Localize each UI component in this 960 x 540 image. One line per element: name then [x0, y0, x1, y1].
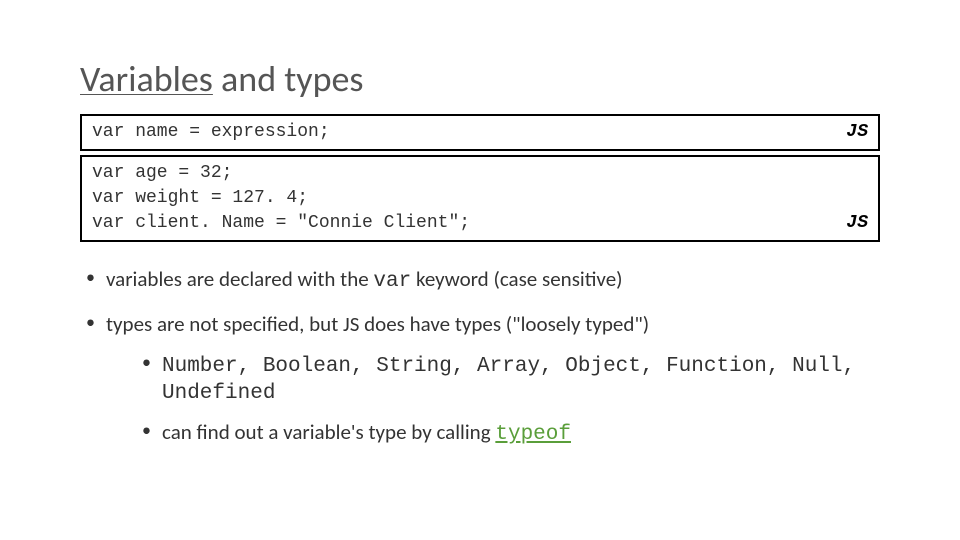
bullet-2: types are not specified, but JS does hav… — [106, 311, 880, 446]
var-keyword: var — [373, 270, 411, 293]
example-code-box: var age = 32; var weight = 127. 4; var c… — [80, 155, 880, 243]
example-line-2: var weight = 127. 4; — [92, 186, 868, 211]
example-line-3: var client. Name = "Connie Client"; — [92, 211, 868, 236]
type-list: Number, Boolean, String, Array, Object, … — [162, 355, 855, 405]
js-badge: JS — [846, 211, 868, 236]
sub-bullet-list: Number, Boolean, String, Array, Object, … — [136, 351, 880, 446]
slide-title: Variables and types — [80, 60, 880, 100]
bullet-1-post: keyword (case sensitive) — [411, 266, 622, 292]
bullet-list: variables are declared with the var keyw… — [80, 266, 880, 446]
bullet-1-pre: variables are declared with the — [106, 266, 373, 292]
bullet-1: variables are declared with the var keyw… — [106, 266, 880, 293]
typeof-pre: can find out a variable's type by callin… — [162, 419, 495, 445]
title-rest: and types — [213, 57, 364, 101]
js-badge: JS — [846, 120, 868, 145]
example-line-1: var age = 32; — [92, 161, 868, 186]
slide: Variables and types var name = expressio… — [0, 0, 960, 540]
sub-bullet-types: Number, Boolean, String, Array, Object, … — [162, 351, 880, 405]
typeof-keyword: typeof — [495, 423, 571, 446]
title-underlined-word: Variables — [80, 57, 213, 101]
bullet-2-text: types are not specified, but JS does hav… — [106, 311, 649, 337]
sub-bullet-typeof: can find out a variable's type by callin… — [162, 419, 880, 446]
syntax-code-box: var name = expression; JS — [80, 114, 880, 151]
syntax-line: var name = expression; — [92, 120, 868, 145]
